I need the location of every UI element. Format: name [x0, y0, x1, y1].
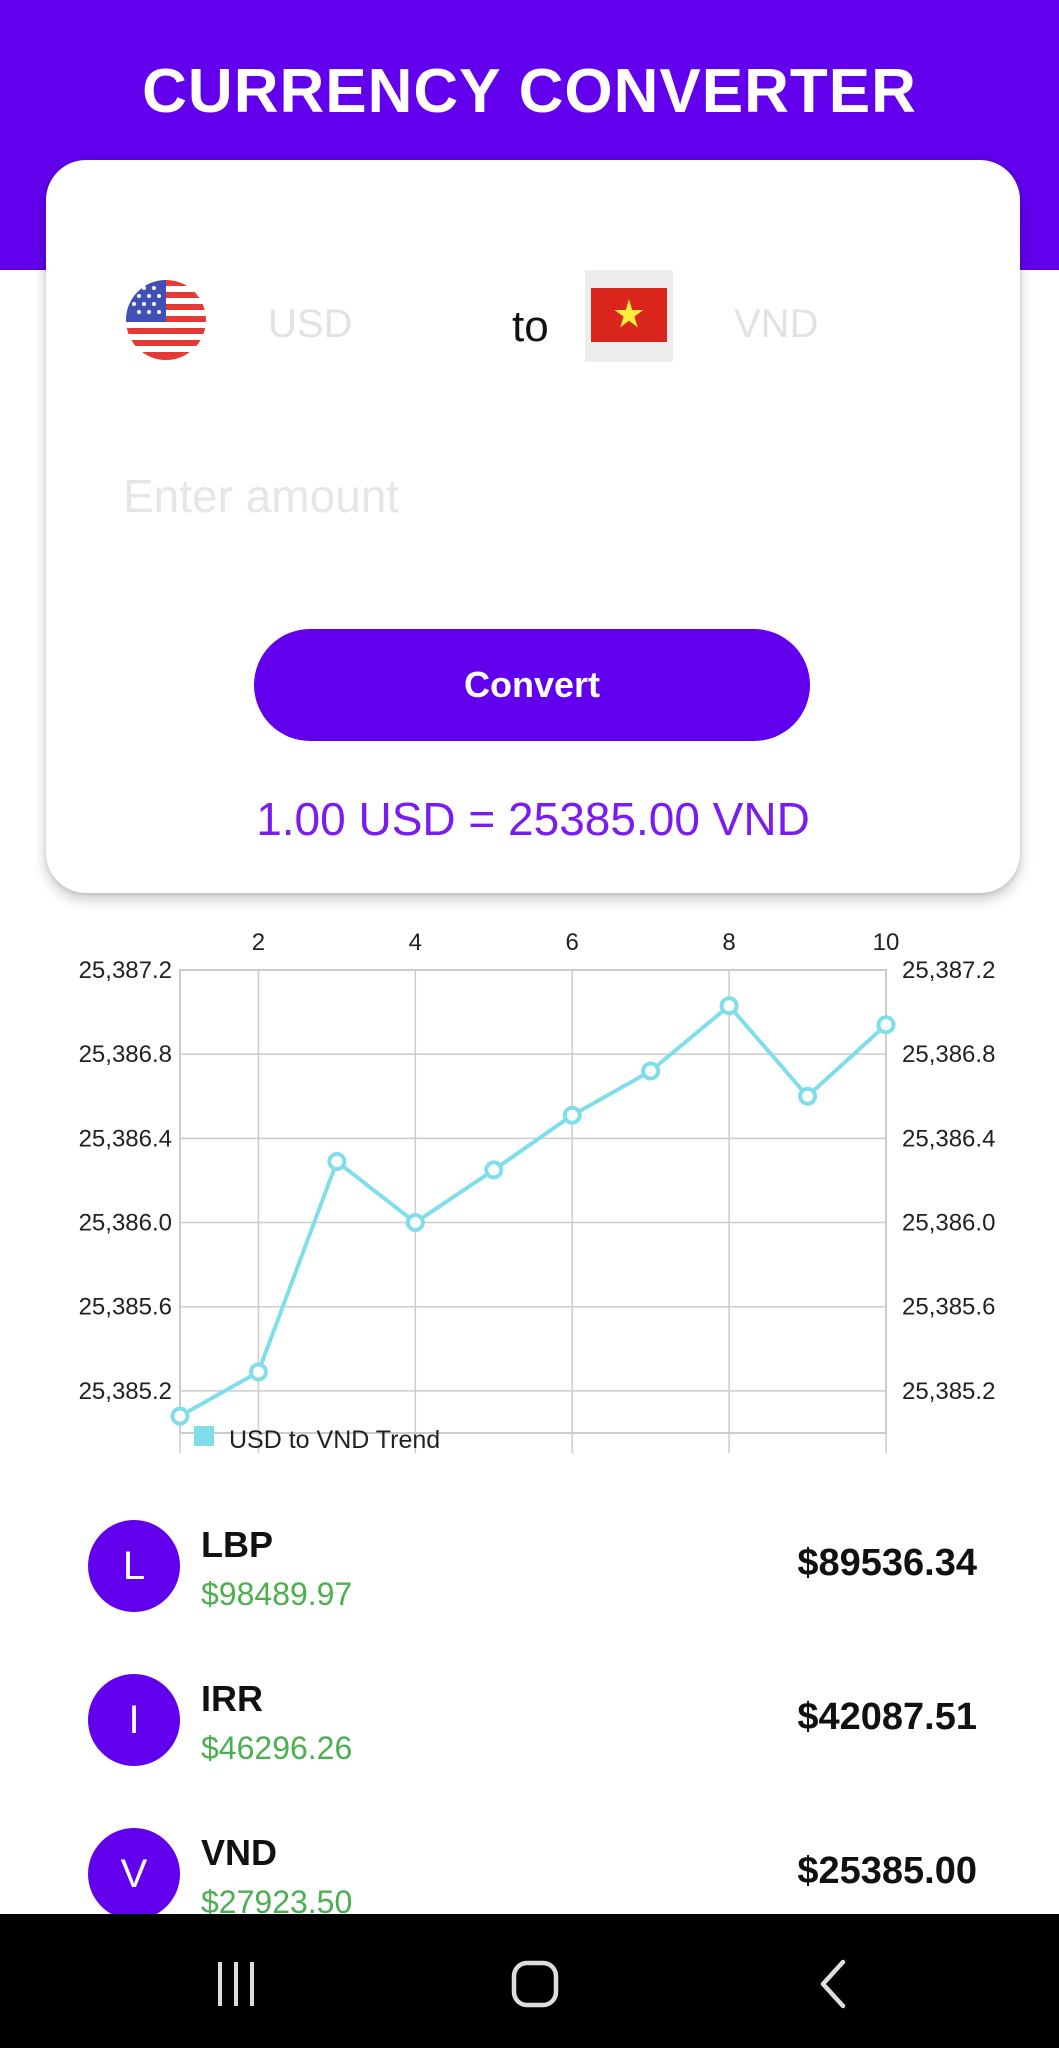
y-tick-label-left: 25,386.8: [79, 1041, 172, 1068]
y-tick-label-right: 25,385.2: [902, 1378, 995, 1405]
trend-chart: 25,385.2 25,385.2 25,385.6 25,385.6 25,386.0…: [79, 929, 996, 1454]
y-tick-label-left: 25,387.2: [79, 957, 172, 984]
system-navigation-bar: [0, 1914, 1059, 2048]
currency-code: LBP: [201, 1524, 273, 1565]
to-currency-code[interactable]: VND: [734, 302, 818, 347]
data-point: [248, 1362, 268, 1382]
data-point: [327, 1152, 347, 1172]
from-currency-code[interactable]: USD: [268, 302, 352, 347]
data-point: [719, 996, 739, 1016]
x-tick-label: 6: [566, 929, 579, 956]
list-item[interactable]: L LBP $98489.97 $89536.34: [0, 1520, 1059, 1650]
currency-code: IRR: [201, 1678, 263, 1719]
vietnam-flag-icon[interactable]: [585, 270, 673, 362]
avatar: I: [88, 1674, 180, 1766]
currency-amount: $89536.34: [797, 1542, 977, 1584]
series-line: [179, 1003, 888, 1418]
y-tick-label-left: 25,386.0: [79, 1210, 172, 1237]
y-tick-label-right: 25,386.0: [902, 1210, 995, 1237]
list-item[interactable]: I IRR $46296.26 $42087.51: [0, 1674, 1059, 1804]
legend-swatch: [194, 1426, 214, 1446]
data-point: [170, 1406, 190, 1426]
convert-button[interactable]: Convert: [254, 629, 810, 741]
app-title: CURRENCY CONVERTER: [142, 57, 917, 126]
legend-label: USD to VND Trend: [229, 1426, 440, 1454]
avatar: L: [88, 1520, 180, 1612]
avatar: V: [88, 1828, 180, 1920]
data-point: [562, 1105, 582, 1125]
plot-frame: [179, 969, 887, 1434]
currency-code: VND: [201, 1832, 278, 1873]
x-tick-label: 8: [722, 929, 735, 956]
x-tick-label: 10: [873, 929, 900, 956]
y-tick-label-right: 25,386.4: [902, 1125, 995, 1152]
data-point: [798, 1086, 818, 1106]
x-tick-label: 4: [409, 929, 422, 956]
us-flag-icon[interactable]: [126, 280, 206, 360]
x-tick-label: 2: [252, 929, 265, 956]
recent-apps-icon[interactable]: [206, 1954, 266, 2014]
currency-sub-value: $98489.97: [201, 1576, 353, 1612]
amount-input[interactable]: [121, 460, 925, 532]
y-tick-label-left: 25,385.6: [79, 1294, 172, 1321]
data-point: [876, 1015, 896, 1035]
data-point: [405, 1213, 425, 1233]
data-point: [484, 1160, 504, 1180]
y-tick-label-right: 25,386.8: [902, 1041, 995, 1068]
conversion-result: 1.00 USD = 25385.00 VND: [256, 793, 810, 845]
y-tick-label-left: 25,386.4: [79, 1125, 172, 1152]
currency-sub-value: $46296.26: [201, 1730, 353, 1766]
back-icon[interactable]: [805, 1954, 865, 2014]
y-tick-label-right: 25,385.6: [902, 1294, 995, 1321]
currency-amount: $42087.51: [797, 1696, 977, 1738]
home-icon[interactable]: [505, 1954, 565, 2014]
currency-amount: $25385.00: [797, 1850, 977, 1892]
converter-card: USD to VND Convert 1.00 USD = 25385.00 V…: [46, 160, 1020, 893]
data-point: [641, 1061, 661, 1081]
to-label: to: [512, 302, 549, 351]
y-tick-label-right: 25,387.2: [902, 957, 995, 984]
y-tick-label-left: 25,385.2: [79, 1378, 172, 1405]
